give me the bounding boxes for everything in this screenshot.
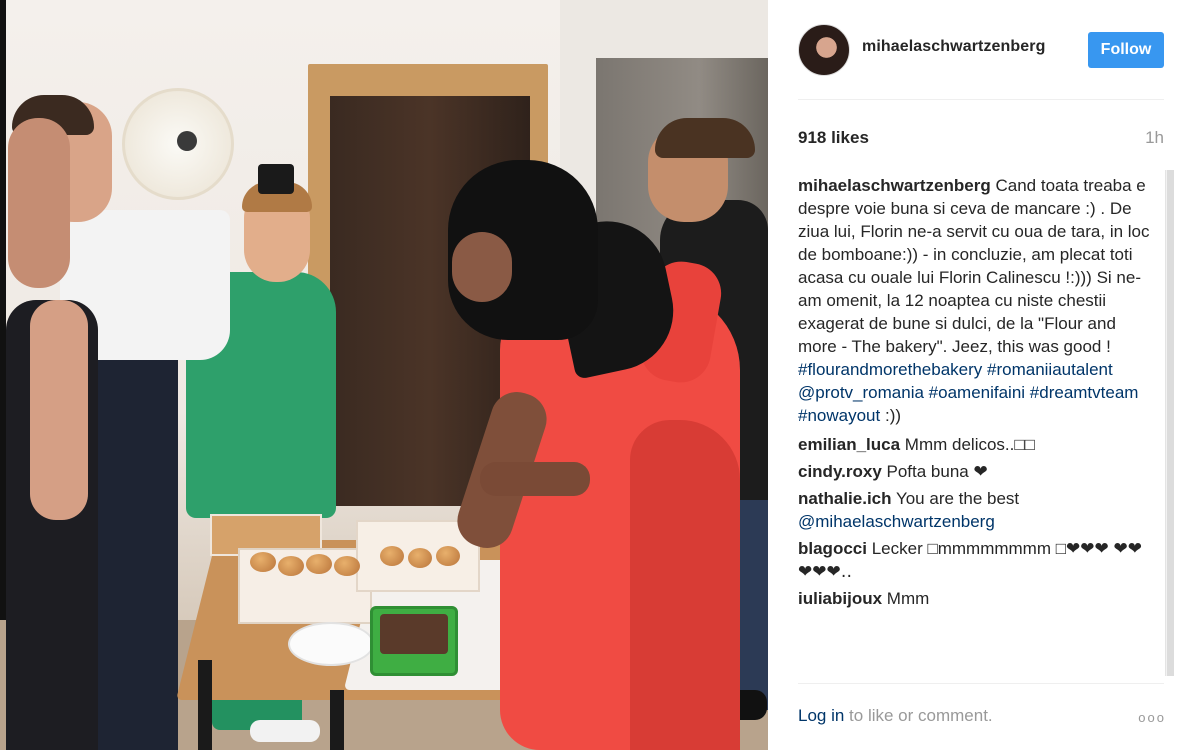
mention-link[interactable]: @protv_romania	[798, 383, 924, 402]
photo-pastry	[306, 554, 332, 574]
comment-item: emilian_luca Mmm delicos..□□	[798, 433, 1152, 456]
mention-link[interactable]: @mihaelaschwartzenberg	[798, 512, 995, 531]
post-photo[interactable]	[0, 0, 768, 750]
photo-woman-forearm	[480, 462, 590, 496]
avatar[interactable]	[798, 24, 850, 76]
photo-pastry	[278, 556, 304, 576]
caption-text: Cand toata treaba e despre voie buna si …	[798, 176, 1150, 356]
photo-table-leg	[198, 660, 212, 750]
caption: mihaelaschwartzenberg Cand toata treaba …	[798, 174, 1152, 427]
comment-item: cindy.roxy Pofta buna ❤	[798, 460, 1152, 483]
post-side-panel: mihaelaschwartzenberg Follow 918 likes 1…	[768, 0, 1180, 750]
comment-username[interactable]: iuliabijoux	[798, 589, 882, 608]
comment-text: You are the best	[895, 489, 1020, 508]
photo-plates	[288, 622, 374, 666]
photo-woman-face	[452, 232, 512, 302]
comment-text: Pofta buna ❤	[886, 462, 988, 481]
caption-username[interactable]: mihaelaschwartzenberg	[798, 176, 991, 195]
photo-pastry	[334, 556, 360, 576]
author-username[interactable]: mihaelaschwartzenberg	[862, 38, 1046, 56]
footer-divider	[798, 683, 1164, 684]
photo-wall-lamp	[122, 88, 234, 200]
photo-table-leg	[330, 690, 344, 750]
comment-username[interactable]: blagocci	[798, 539, 867, 558]
likes-count[interactable]: 918 likes	[798, 128, 869, 148]
hashtag-link[interactable]: #romaniiautalent	[987, 360, 1113, 379]
login-link[interactable]: Log in	[798, 706, 844, 725]
photo-pastry	[380, 546, 404, 566]
photo-man-green-shoes	[250, 720, 320, 742]
three-dots-icon[interactable]: ooo	[1138, 710, 1166, 725]
comment-item: nathalie.ich You are the best @mihaelasc…	[798, 487, 1152, 533]
scrollbar-thumb[interactable]	[1167, 170, 1174, 676]
comment-item: iuliabijoux Mmm	[798, 587, 1152, 610]
photo-man-vest	[88, 330, 178, 750]
caption-tail: :))	[884, 406, 902, 425]
footer-text: to like or comment.	[844, 706, 993, 725]
photo-pastry	[250, 552, 276, 572]
follow-button[interactable]: Follow	[1088, 32, 1164, 68]
comment-username[interactable]: nathalie.ich	[798, 489, 892, 508]
photo-woman-dress-shade	[630, 420, 740, 750]
photo-man-left-head	[8, 118, 70, 288]
camera-icon	[258, 164, 294, 194]
photo-pastry	[408, 548, 432, 568]
photo-man-dark-hair	[655, 118, 755, 158]
post-header: mihaelaschwartzenberg Follow	[768, 0, 1180, 100]
comment-text: Mmm	[886, 589, 930, 608]
comment-username[interactable]: emilian_luca	[798, 435, 900, 454]
comment-item: blagocci Lecker □mmmmmmmm □❤❤❤ ❤❤❤❤❤‥	[798, 537, 1152, 583]
photo-man-left-arm	[30, 300, 88, 520]
comment-username[interactable]: cindy.roxy	[798, 462, 882, 481]
comments-list[interactable]: mihaelaschwartzenberg Cand toata treaba …	[798, 174, 1152, 672]
header-divider	[798, 99, 1164, 100]
comment-text: Mmm delicos..□□	[904, 435, 1035, 454]
hashtag-link[interactable]: #flourandmorethebakery	[798, 360, 982, 379]
photo-pastry	[436, 546, 460, 566]
comments-scrollbar[interactable]	[1165, 170, 1174, 676]
photo-green-box-contents	[380, 614, 448, 654]
footer-login-prompt: Log in to like or comment.	[798, 706, 993, 726]
post-time[interactable]: 1h	[1145, 128, 1164, 148]
